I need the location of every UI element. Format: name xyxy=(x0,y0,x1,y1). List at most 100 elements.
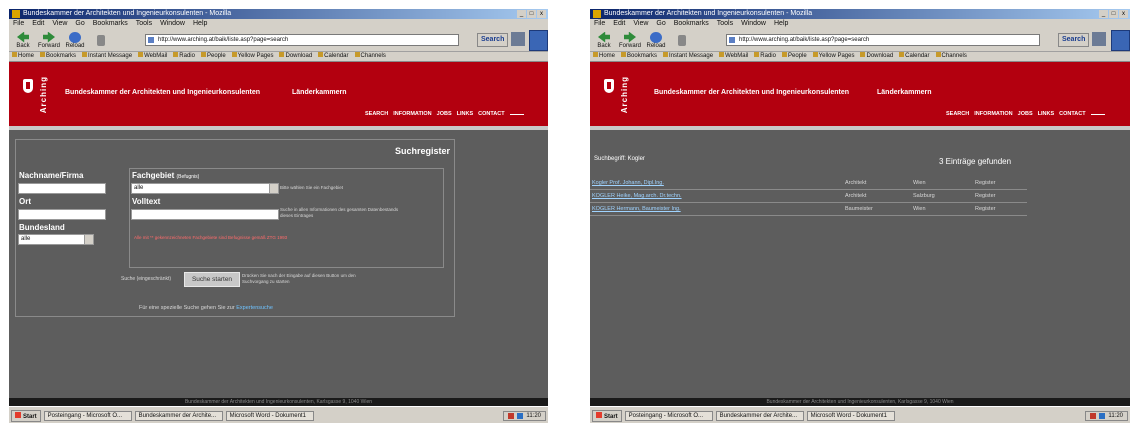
taskbar-item[interactable]: Bundeskammer der Archite... xyxy=(715,410,804,421)
close-button[interactable]: x xyxy=(537,10,546,18)
chambers-link[interactable]: Länderkammern xyxy=(292,89,346,96)
nav-jobs[interactable]: JOBS xyxy=(437,111,452,117)
bookmark-item[interactable]: Instant Message xyxy=(82,52,132,61)
chambers-link[interactable]: Länderkammern xyxy=(877,89,931,96)
menu-help[interactable]: Help xyxy=(774,19,788,29)
site-logo[interactable]: Arching xyxy=(620,76,629,113)
site-banner: Arching Bundeskammer der Architekten und… xyxy=(9,62,548,126)
menu-tools[interactable]: Tools xyxy=(717,19,733,29)
menu-tools[interactable]: Tools xyxy=(136,19,152,29)
bookmark-item[interactable]: Yellow Pages xyxy=(232,52,274,61)
menu-view[interactable]: View xyxy=(633,19,648,29)
nav-links[interactable]: LINKS xyxy=(1038,111,1055,117)
minimize-button[interactable]: _ xyxy=(517,10,526,18)
result-role: Baumeister xyxy=(845,206,873,212)
start-button[interactable]: Start xyxy=(11,409,41,422)
tray-icon[interactable] xyxy=(508,412,515,419)
bookmark-item[interactable]: Home xyxy=(593,52,615,61)
maximize-button[interactable]: □ xyxy=(527,10,536,18)
menu-bookmarks[interactable]: Bookmarks xyxy=(674,19,709,29)
state-label: Bundesland xyxy=(19,223,65,232)
menu-go[interactable]: Go xyxy=(75,19,84,29)
tray-icon[interactable] xyxy=(517,412,524,419)
maximize-button[interactable]: □ xyxy=(1109,10,1118,18)
bookmark-item[interactable]: Radio xyxy=(754,52,776,61)
taskbar-item[interactable]: Microsoft Word - Dokument1 xyxy=(806,410,895,421)
bookmark-item[interactable]: Channels xyxy=(936,52,967,61)
menu-file[interactable]: File xyxy=(13,19,24,29)
menu-window[interactable]: Window xyxy=(160,19,185,29)
bookmark-item[interactable]: Bookmarks xyxy=(621,52,657,61)
bookmark-item[interactable]: WebMail xyxy=(138,52,167,61)
taskbar-item[interactable]: Posteingang - Microsoft O... xyxy=(43,410,132,421)
forward-button[interactable]: Forward xyxy=(619,31,641,49)
nav-search[interactable]: SEARCH xyxy=(946,111,969,117)
bookmark-item[interactable]: Radio xyxy=(173,52,195,61)
print-icon[interactable] xyxy=(1092,32,1106,46)
nav-information[interactable]: INFORMATION xyxy=(974,111,1012,117)
menu-bookmarks[interactable]: Bookmarks xyxy=(93,19,128,29)
tray-icon[interactable] xyxy=(1090,412,1097,419)
nav-divider xyxy=(509,114,524,115)
nav-search[interactable]: SEARCH xyxy=(365,111,388,117)
bookmark-item[interactable]: Calendar xyxy=(899,52,929,61)
start-button[interactable]: Start xyxy=(592,409,622,422)
bookmark-item[interactable]: Channels xyxy=(355,52,386,61)
menu-view[interactable]: View xyxy=(52,19,67,29)
bookmark-item[interactable]: Instant Message xyxy=(663,52,713,61)
nav-contact[interactable]: CONTACT xyxy=(478,111,504,117)
taskbar-item[interactable]: Bundeskammer der Archite... xyxy=(134,410,223,421)
nav-information[interactable]: INFORMATION xyxy=(393,111,431,117)
back-button[interactable]: Back xyxy=(13,31,33,49)
nav-links[interactable]: LINKS xyxy=(457,111,474,117)
forward-button[interactable]: Forward xyxy=(38,31,60,49)
state-select[interactable]: alle xyxy=(18,234,94,245)
url-field[interactable]: http://www.arching.at/baik/liste.asp?pag… xyxy=(726,34,1040,46)
bookmark-item[interactable]: Download xyxy=(279,52,312,61)
bookmark-item[interactable]: Home xyxy=(12,52,34,61)
taskbar-item[interactable]: Microsoft Word - Dokument1 xyxy=(225,410,314,421)
result-name-link[interactable]: KOGLER Hermann, Baumeister Ing. xyxy=(592,203,681,215)
name-input[interactable] xyxy=(18,183,106,194)
print-icon[interactable] xyxy=(511,32,525,46)
bookmark-item[interactable]: WebMail xyxy=(719,52,748,61)
url-field[interactable]: http://www.arching.at/baik/liste.asp?pag… xyxy=(145,34,459,46)
nav-jobs[interactable]: JOBS xyxy=(1018,111,1033,117)
bookmark-item[interactable]: Download xyxy=(860,52,893,61)
menu-file[interactable]: File xyxy=(594,19,605,29)
start-search-button[interactable]: Suche starten xyxy=(184,272,240,287)
city-input[interactable] xyxy=(18,209,106,220)
result-role: Architekt xyxy=(845,193,867,199)
close-button[interactable]: x xyxy=(1119,10,1128,18)
menu-go[interactable]: Go xyxy=(656,19,665,29)
menu-edit[interactable]: Edit xyxy=(32,19,44,29)
reload-button[interactable]: Reload xyxy=(65,31,85,49)
result-name-link[interactable]: KOGLER Heike, Mag.arch. Dr.techn. xyxy=(592,190,682,202)
bookmark-item[interactable]: Calendar xyxy=(318,52,348,61)
search-button[interactable]: Search xyxy=(1058,33,1090,47)
nav-contact[interactable]: CONTACT xyxy=(1059,111,1085,117)
menu-window[interactable]: Window xyxy=(741,19,766,29)
bookmark-item[interactable]: People xyxy=(201,52,226,61)
search-button[interactable]: Search xyxy=(477,33,509,47)
expert-search-link[interactable]: Expertensuche xyxy=(236,305,273,311)
result-register: Register xyxy=(975,206,996,212)
fulltext-input[interactable] xyxy=(131,209,279,220)
result-name-link[interactable]: Kogler Prof. Johann, Dipl.Ing. xyxy=(592,177,664,189)
back-button[interactable]: Back xyxy=(594,31,614,49)
stop-button[interactable] xyxy=(91,34,111,46)
tray-icon[interactable] xyxy=(1099,412,1106,419)
site-logo[interactable]: Arching xyxy=(39,76,48,113)
menu-bar: File Edit View Go Bookmarks Tools Window… xyxy=(590,19,1130,29)
menu-edit[interactable]: Edit xyxy=(613,19,625,29)
menu-help[interactable]: Help xyxy=(193,19,207,29)
taskbar-item[interactable]: Posteingang - Microsoft O... xyxy=(624,410,713,421)
field-select[interactable]: alle xyxy=(131,183,279,194)
bookmark-item[interactable]: People xyxy=(782,52,807,61)
reload-icon xyxy=(69,31,81,43)
bookmark-item[interactable]: Bookmarks xyxy=(40,52,76,61)
minimize-button[interactable]: _ xyxy=(1099,10,1108,18)
bookmark-item[interactable]: Yellow Pages xyxy=(813,52,855,61)
reload-button[interactable]: Reload xyxy=(646,31,666,49)
stop-button[interactable] xyxy=(672,34,692,46)
